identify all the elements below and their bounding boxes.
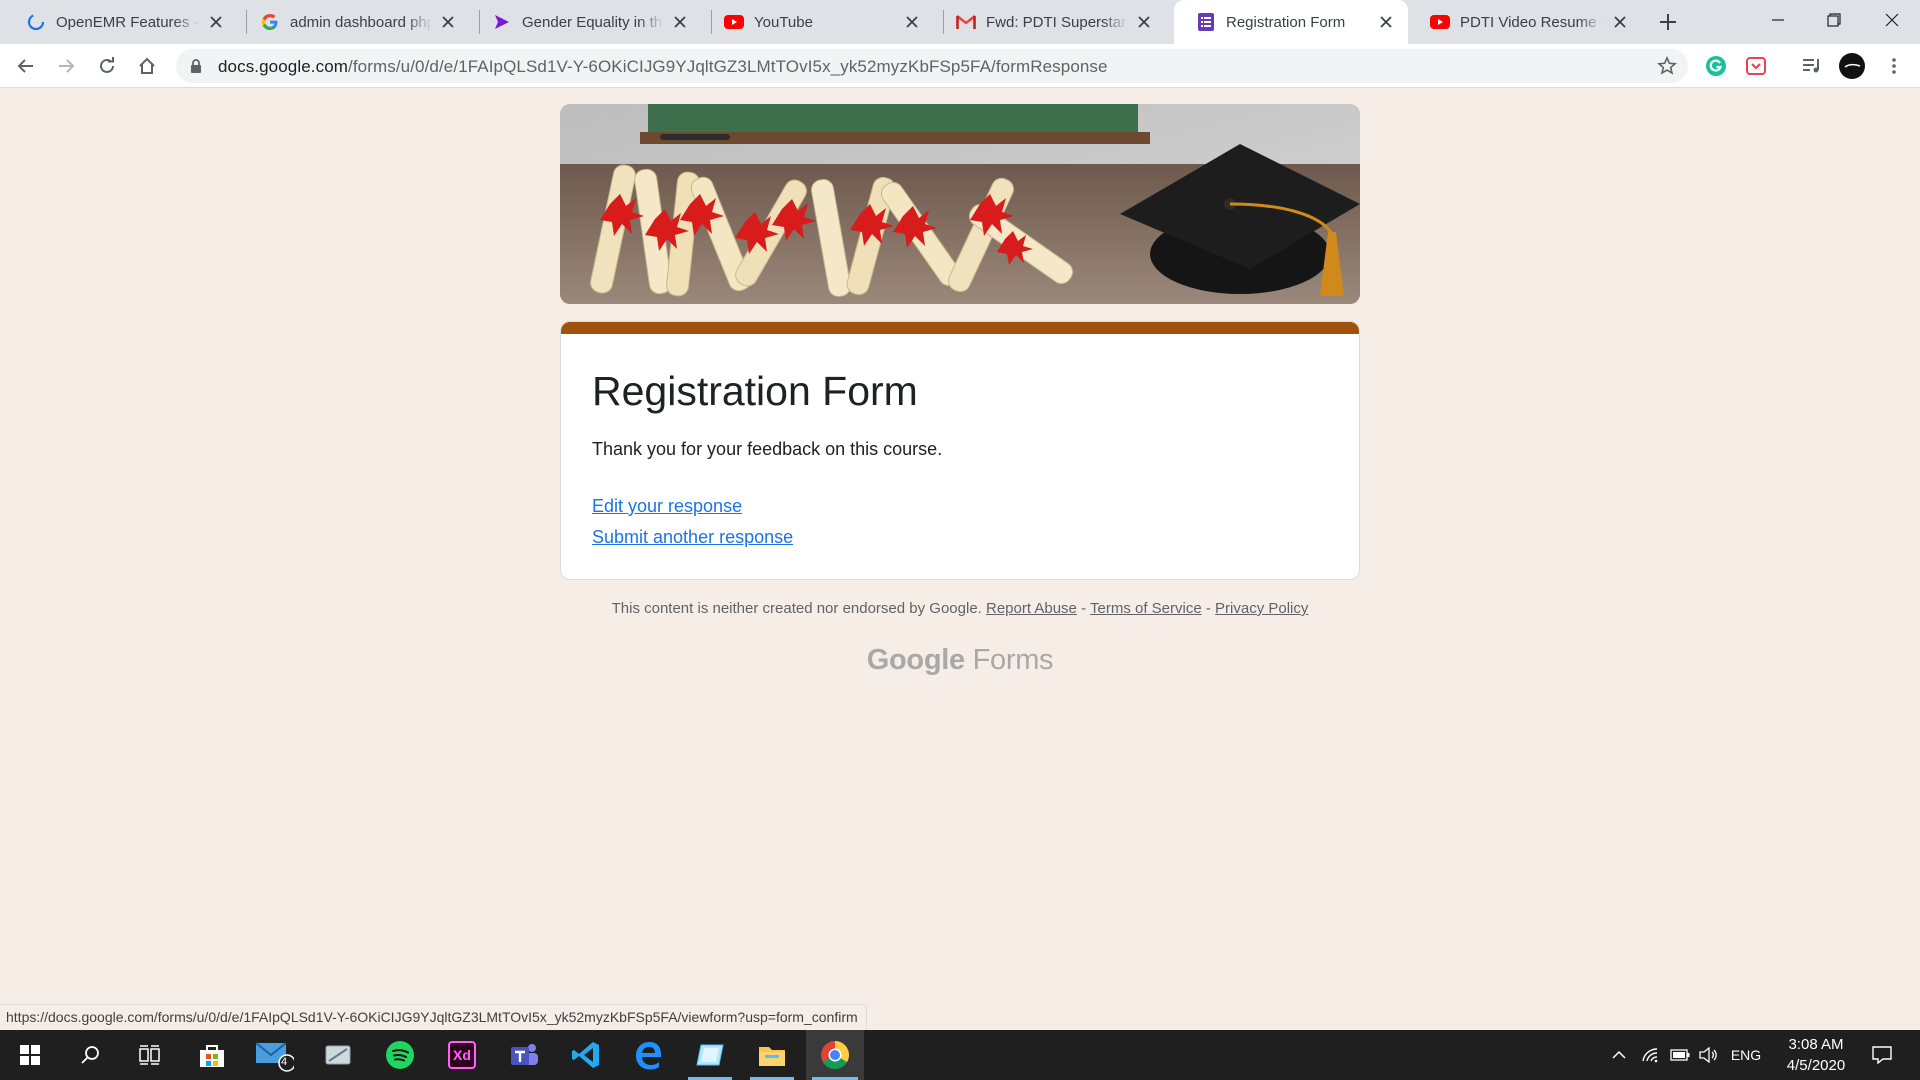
tab-title: PDTI Video Resume - Yo bbox=[1460, 13, 1604, 31]
close-icon[interactable] bbox=[1376, 12, 1396, 32]
close-icon[interactable] bbox=[1610, 12, 1630, 32]
chevron-brand-icon bbox=[492, 12, 512, 32]
google-wordmark: Google bbox=[866, 644, 965, 676]
close-icon[interactable] bbox=[206, 12, 226, 32]
address-bar[interactable]: docs.google.com/forms/u/0/d/e/1FAIpQLSd1… bbox=[176, 49, 1688, 83]
search-icon[interactable] bbox=[62, 1030, 118, 1080]
language-indicator[interactable]: ENG bbox=[1724, 1030, 1768, 1080]
grammarly-extension-icon[interactable] bbox=[1700, 50, 1732, 82]
microsoft-teams-icon[interactable] bbox=[496, 1030, 552, 1080]
footer-disclaimer-line: This content is neither created nor endo… bbox=[560, 600, 1360, 617]
window-close-button[interactable] bbox=[1864, 0, 1920, 40]
tab-title: YouTube bbox=[754, 13, 813, 31]
chrome-taskbar-icon[interactable] bbox=[806, 1030, 864, 1080]
new-tab-button[interactable] bbox=[1654, 8, 1682, 36]
lock-icon bbox=[188, 58, 204, 74]
tab-title: Registration Form bbox=[1226, 13, 1346, 31]
browser-tab[interactable]: YouTube bbox=[702, 0, 934, 44]
tab-title: Fwd: PDTI Superstar Pro bbox=[986, 13, 1128, 31]
close-icon[interactable] bbox=[438, 12, 458, 32]
separator: - bbox=[1081, 600, 1087, 617]
tab-title: OpenEMR Features - Op bbox=[56, 13, 200, 31]
gmail-icon bbox=[956, 12, 976, 32]
show-hidden-icons-chevron[interactable] bbox=[1604, 1030, 1634, 1080]
browser-tabstrip: OpenEMR Features - Op admin dashboard ph… bbox=[0, 0, 1920, 44]
spotify-icon[interactable] bbox=[372, 1030, 428, 1080]
close-icon[interactable] bbox=[670, 12, 690, 32]
back-button[interactable] bbox=[10, 50, 42, 82]
mail-badge-count: 4 bbox=[281, 1056, 288, 1068]
close-icon[interactable] bbox=[1134, 12, 1154, 32]
profile-avatar[interactable] bbox=[1836, 50, 1868, 82]
windows-taskbar: 4 Xd ENG 3:08 AM 4/5/2020 bbox=[0, 1030, 1920, 1080]
notification-center-icon[interactable] bbox=[1862, 1030, 1902, 1080]
browser-tab[interactable]: admin dashboard php c bbox=[238, 0, 470, 44]
browser-tab[interactable]: PDTI Video Resume - Yo bbox=[1408, 0, 1642, 44]
browser-tab[interactable]: Gender Equality in the bbox=[470, 0, 702, 44]
clock-date: 4/5/2020 bbox=[1786, 1057, 1846, 1074]
pocket-extension-icon[interactable] bbox=[1740, 50, 1772, 82]
disclaimer-text: This content is neither created nor endo… bbox=[611, 600, 982, 617]
edge-browser-icon[interactable] bbox=[620, 1030, 676, 1080]
browser-tab[interactable]: OpenEMR Features - Op bbox=[4, 0, 238, 44]
volume-icon[interactable] bbox=[1694, 1030, 1722, 1080]
file-explorer-icon[interactable] bbox=[744, 1030, 800, 1080]
adobe-xd-icon[interactable]: Xd bbox=[434, 1030, 490, 1080]
media-queue-icon[interactable] bbox=[1796, 50, 1828, 82]
home-button[interactable] bbox=[131, 50, 163, 82]
reload-button[interactable] bbox=[91, 50, 123, 82]
forward-button[interactable] bbox=[50, 50, 82, 82]
tab-title: Gender Equality in the bbox=[522, 13, 664, 31]
url-text: docs.google.com/forms/u/0/d/e/1FAIpQLSd1… bbox=[218, 57, 1108, 77]
microsoft-store-icon[interactable] bbox=[184, 1030, 240, 1080]
browser-toolbar: docs.google.com/forms/u/0/d/e/1FAIpQLSd1… bbox=[0, 44, 1920, 88]
confirmation-card: Registration Form Thank you for your fee… bbox=[560, 321, 1360, 580]
bookmark-star-icon[interactable] bbox=[1656, 55, 1678, 77]
mail-icon[interactable]: 4 bbox=[246, 1030, 302, 1080]
youtube-icon bbox=[1430, 12, 1450, 32]
surface-app-icon[interactable] bbox=[682, 1030, 738, 1080]
chrome-menu-icon[interactable] bbox=[1878, 50, 1910, 82]
clock-time: 3:08 AM bbox=[1788, 1036, 1844, 1053]
google-forms-icon bbox=[1196, 12, 1216, 32]
status-url-bar: https://docs.google.com/forms/u/0/d/e/1F… bbox=[0, 1004, 867, 1030]
minimize-button[interactable] bbox=[1750, 0, 1806, 40]
snipping-tool-icon[interactable] bbox=[310, 1030, 366, 1080]
edit-response-link[interactable]: Edit your response bbox=[592, 496, 742, 517]
report-abuse-link[interactable]: Report Abuse bbox=[986, 600, 1077, 617]
form-title: Registration Form bbox=[592, 368, 918, 414]
browser-tab-active[interactable]: Registration Form bbox=[1174, 0, 1408, 44]
wifi-icon[interactable] bbox=[1636, 1030, 1664, 1080]
google-forms-logo[interactable]: Google Forms bbox=[560, 644, 1360, 677]
terms-of-service-link[interactable]: Terms of Service bbox=[1090, 600, 1202, 617]
start-button[interactable] bbox=[2, 1030, 58, 1080]
system-clock[interactable]: 3:08 AM 4/5/2020 bbox=[1764, 1034, 1868, 1076]
privacy-policy-link[interactable]: Privacy Policy bbox=[1215, 600, 1308, 617]
battery-icon[interactable] bbox=[1666, 1030, 1694, 1080]
form-header-image bbox=[560, 104, 1360, 304]
xd-label: Xd bbox=[448, 1041, 476, 1069]
close-icon[interactable] bbox=[902, 12, 922, 32]
confirmation-message: Thank you for your feedback on this cour… bbox=[592, 439, 943, 459]
restore-button[interactable] bbox=[1806, 0, 1862, 40]
url-domain: docs.google.com bbox=[218, 57, 349, 76]
task-view-icon[interactable] bbox=[122, 1030, 178, 1080]
openemr-loading-icon bbox=[26, 12, 46, 32]
url-path: /forms/u/0/d/e/1FAIpQLSd1V-Y-6OKiCIJG9YJ… bbox=[348, 57, 1108, 76]
browser-tab[interactable]: Fwd: PDTI Superstar Pro bbox=[934, 0, 1166, 44]
tab-title: admin dashboard php c bbox=[290, 13, 432, 31]
submit-another-response-link[interactable]: Submit another response bbox=[592, 527, 793, 548]
separator: - bbox=[1205, 600, 1211, 617]
google-g-icon bbox=[260, 12, 280, 32]
youtube-icon bbox=[724, 12, 744, 32]
forms-wordmark: Forms bbox=[972, 644, 1054, 676]
card-accent-bar bbox=[561, 322, 1359, 334]
vscode-icon[interactable] bbox=[558, 1030, 614, 1080]
